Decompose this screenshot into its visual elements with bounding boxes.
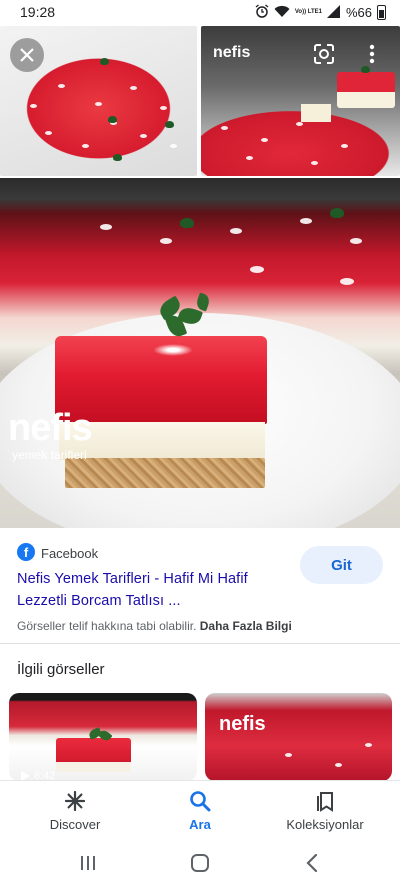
nav-discover[interactable]: Discover — [15, 789, 135, 832]
related-cake — [56, 738, 131, 772]
watermark-subtitle: yemek tarifleri — [12, 448, 87, 462]
related-image-1[interactable] — [9, 693, 197, 781]
status-icons: Vo)) LTE1 %66 — [255, 4, 386, 21]
nav-collections-label: Koleksiyonlar — [286, 817, 364, 832]
network-label: Vo)) LTE1 — [294, 9, 322, 15]
more-vert-icon — [369, 44, 375, 64]
search-icon — [190, 791, 211, 812]
copyright-notice: Görseller telif hakkına tabi olabilir. D… — [17, 619, 292, 633]
watermark: nefis yemek tarifleri — [8, 407, 93, 462]
signal-icon — [326, 4, 341, 21]
result-title[interactable]: Nefis Yemek Tarifleri - Hafif Mi Hafif L… — [17, 568, 289, 612]
recents-icon — [81, 856, 95, 870]
bottom-navigation: Discover Ara Koleksiyonlar — [0, 780, 400, 838]
copyright-text: Görseller telif hakkına tabi olabilir. — [17, 619, 197, 633]
nav-search[interactable]: Ara — [140, 789, 260, 832]
recents-button[interactable] — [76, 852, 100, 874]
more-options-button[interactable] — [360, 40, 384, 68]
google-lens-button[interactable] — [310, 40, 338, 68]
battery-percent: %66 — [345, 5, 372, 20]
nav-discover-label: Discover — [49, 817, 101, 832]
more-info-link[interactable]: Daha Fazla Bilgi — [200, 619, 292, 633]
close-icon — [20, 48, 34, 62]
home-button[interactable] — [188, 852, 212, 874]
divider — [0, 643, 400, 644]
status-time: 19:28 — [20, 4, 56, 20]
nav-search-label: Ara — [189, 817, 211, 832]
related-heading: İlgili görseller — [17, 661, 105, 678]
wifi-icon — [274, 5, 290, 21]
nav-collections[interactable]: Koleksiyonlar — [265, 789, 385, 832]
home-icon — [191, 854, 209, 872]
close-button[interactable] — [10, 38, 44, 72]
google-lens-icon — [314, 44, 334, 64]
collections-bookmark-icon — [317, 792, 333, 812]
source-name[interactable]: Facebook — [41, 546, 98, 561]
status-bar: 19:28 Vo)) LTE1 %66 — [0, 0, 400, 26]
system-navigation — [0, 838, 400, 888]
back-icon — [306, 854, 318, 872]
battery-icon — [377, 5, 386, 20]
thumbnail-watermark: nefis — [213, 44, 251, 61]
facebook-icon: f — [17, 543, 35, 561]
watermark-brand: nefis — [8, 407, 93, 449]
visit-button[interactable]: Git — [300, 546, 383, 584]
back-button[interactable] — [300, 852, 324, 874]
discover-asterisk-icon — [64, 790, 86, 812]
alarm-icon — [255, 4, 269, 21]
related-watermark: nefis — [219, 713, 266, 735]
main-image[interactable]: nefis yemek tarifleri — [0, 178, 400, 528]
related-image-2[interactable]: nefis — [205, 693, 392, 781]
